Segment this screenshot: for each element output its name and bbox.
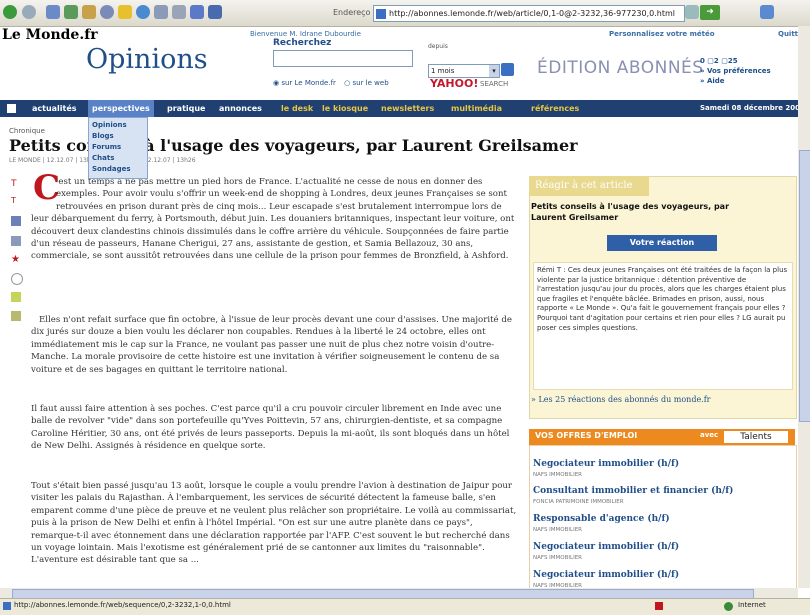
links-icon[interactable] xyxy=(760,5,774,19)
search-icon[interactable] xyxy=(100,5,114,19)
reader-comment: Rémi T : Ces deux jeunes Françaises ont … xyxy=(533,262,793,390)
reagir-tab: Réagir à cet article xyxy=(529,176,649,196)
address-dropdown-icon[interactable] xyxy=(685,5,699,19)
print-article-icon[interactable] xyxy=(11,292,21,302)
article-paragraph-3: Il faut aussi faire attention à ses poch… xyxy=(31,404,510,452)
job-company: NAFS IMMOBILIER xyxy=(533,527,583,533)
edit-icon[interactable] xyxy=(190,5,204,19)
votre-reaction-button[interactable]: Votre réaction xyxy=(607,235,717,251)
nav-references[interactable]: références xyxy=(531,100,579,117)
internet-zone-icon xyxy=(724,602,733,611)
text-size-increase-icon[interactable]: T xyxy=(11,179,21,189)
nav-pratique[interactable]: pratique xyxy=(167,100,205,117)
job-title[interactable]: Negociateur immobilier (h/f) xyxy=(533,542,679,552)
nav-perspectives[interactable]: perspectives xyxy=(88,100,154,117)
status-url: http://abonnes.lemonde.fr/web/sequence/0… xyxy=(14,601,231,609)
article-paragraph-2: Elles n'ont refait surface que fin octob… xyxy=(31,315,512,375)
article-rubrique: Chronique xyxy=(9,127,45,135)
dropdown-item-forums[interactable]: Forums xyxy=(92,143,121,151)
edition-abonnes: ÉDITION ABONNÉS xyxy=(537,58,704,78)
dropdown-item-opinions[interactable]: Opinions xyxy=(92,121,127,129)
search-scope: ◉ sur Le Monde.fr ○ sur le web xyxy=(273,79,389,87)
job-company: NAFS IMMOBILIER xyxy=(533,472,583,478)
nav-le-kiosque[interactable]: le kiosque xyxy=(322,100,368,117)
period-select[interactable]: 1 mois ▾ xyxy=(428,64,500,78)
jobs-avec: avec xyxy=(700,431,719,439)
favorites-icon[interactable] xyxy=(118,5,132,19)
radio-lemonde[interactable]: ◉ xyxy=(273,79,279,87)
account-counts[interactable]: 0 ▢2 ▢25 xyxy=(700,56,771,66)
welcome-line: Bienvenue M. Idrane Dubourdie xyxy=(250,30,361,38)
depuis-label: depuis xyxy=(428,43,448,50)
job-company: FONCIA PATRIMOINE IMMOBILIER xyxy=(533,499,624,505)
paragraph-1-text: 'est un temps à ne pas mettre un pied ho… xyxy=(31,177,515,262)
radio-web-label: sur le web xyxy=(352,79,389,87)
perspectives-dropdown: Opinions Blogs Forums Chats Sondages xyxy=(88,117,148,179)
article-paragraph-4: Tout s'était bien passé jusqu'au 13 août… xyxy=(31,481,517,566)
address-bar[interactable]: http://abonnes.lemonde.fr/web/article/0,… xyxy=(373,5,685,22)
forward-icon[interactable] xyxy=(22,5,36,19)
messenger-icon[interactable] xyxy=(208,5,222,19)
article-paragraph-1: 'est un temps à ne pas mettre un pied ho… xyxy=(31,176,518,300)
nav-le-desk[interactable]: le desk xyxy=(281,100,313,117)
chevron-down-icon: ▾ xyxy=(489,65,499,77)
nav-actualites[interactable]: actualités xyxy=(32,100,77,117)
save-article-icon[interactable] xyxy=(11,311,21,321)
go-button[interactable]: ➜ xyxy=(700,5,720,20)
back-icon[interactable] xyxy=(3,5,17,19)
print-icon[interactable] xyxy=(172,5,186,19)
home-nav-icon[interactable] xyxy=(7,104,16,113)
refresh-icon[interactable] xyxy=(64,5,78,19)
job-title[interactable]: Consultant immobilier et financier (h/f) xyxy=(533,486,733,496)
nav-multimedia[interactable]: multimédia xyxy=(451,100,502,117)
reagir-article-title: Petits conseils à l'usage des voyageurs,… xyxy=(531,202,730,222)
job-title[interactable]: Responsable d'agence (h/f) xyxy=(533,514,670,524)
job-company: NAFS IMMOBILIER xyxy=(533,555,583,561)
yahoo-search-label: SEARCH xyxy=(480,80,509,88)
mail-icon[interactable] xyxy=(154,5,168,19)
dropdown-item-chats[interactable]: Chats xyxy=(92,154,114,162)
history-icon[interactable] xyxy=(136,5,150,19)
search-input[interactable] xyxy=(273,50,413,67)
job-title[interactable]: Negociateur immobilier (h/f) xyxy=(533,570,679,580)
section-title: Opinions xyxy=(86,44,208,75)
dropdown-item-sondages[interactable]: Sondages xyxy=(92,165,131,173)
nav-newsletters[interactable]: newsletters xyxy=(381,100,434,117)
search-submit-button[interactable] xyxy=(501,63,514,76)
star-icon[interactable]: ★ xyxy=(11,254,21,265)
nav-annonces[interactable]: annonces xyxy=(219,100,262,117)
address-label: Endereço xyxy=(333,8,371,17)
site-logo[interactable]: Le Monde.fr xyxy=(2,27,98,43)
reactions-link[interactable]: » Les 25 réactions des abonnés du monde.… xyxy=(531,395,711,404)
talents-logo[interactable]: Talents xyxy=(724,431,788,443)
page-status-icon xyxy=(3,602,11,610)
radio-web[interactable]: ○ xyxy=(344,79,350,87)
page-icon xyxy=(376,8,386,19)
personalize-link[interactable]: Personnalisez votre météo xyxy=(609,30,715,38)
help-link[interactable]: » Aide xyxy=(700,76,771,86)
yahoo-logo: YAHOO! xyxy=(430,77,479,90)
vertical-scroll-thumb[interactable] xyxy=(799,150,810,422)
radio-lemonde-label: sur Le Monde.fr xyxy=(281,79,336,87)
security-icon xyxy=(655,602,663,610)
stop-icon[interactable] xyxy=(46,5,60,19)
text-size-decrease-icon[interactable]: T xyxy=(11,196,21,206)
jobs-title: VOS OFFRES D'EMPLOI xyxy=(535,431,638,440)
preferences-link[interactable]: » Vos préférences xyxy=(700,66,771,76)
home-icon[interactable] xyxy=(82,5,96,19)
account-box: 0 ▢2 ▢25 » Vos préférences » Aide xyxy=(700,56,771,86)
current-date: Samedi 08 décembre 2007 xyxy=(700,104,805,112)
address-url: http://abonnes.lemonde.fr/web/article/0,… xyxy=(389,9,676,18)
dropdown-item-blogs[interactable]: Blogs xyxy=(92,132,114,140)
search-label: Recherchez xyxy=(273,38,332,48)
dropcap-spacer xyxy=(31,176,56,204)
comment-icon[interactable] xyxy=(11,273,23,285)
period-value: 1 mois xyxy=(431,67,455,75)
share-icon[interactable] xyxy=(11,216,21,226)
status-zone: Internet xyxy=(738,601,766,609)
email-article-icon[interactable] xyxy=(11,236,21,246)
job-title[interactable]: Negociateur immobilier (h/f) xyxy=(533,459,679,469)
